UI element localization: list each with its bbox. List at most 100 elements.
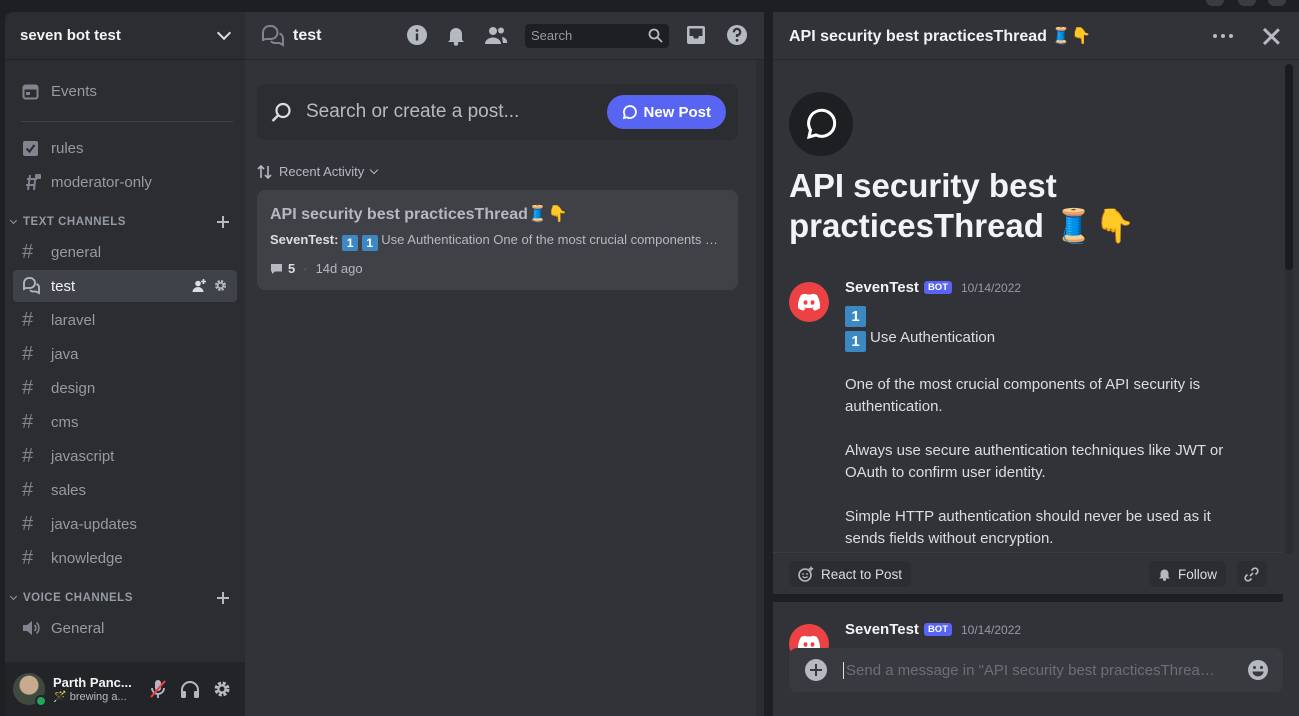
category-voice-channels[interactable]: VOICE CHANNELS	[5, 586, 245, 610]
message-input[interactable]: Send a message in "API security best pra…	[843, 661, 1223, 679]
sidebar-item-rules[interactable]: rules	[13, 132, 237, 164]
emoji-picker-icon[interactable]	[1247, 659, 1269, 681]
discord-window: seven bot test Events rules moderator-on…	[0, 0, 1299, 716]
sidebar-item-cms[interactable]: # cms	[13, 406, 237, 438]
category-text-channels[interactable]: TEXT CHANNELS	[5, 210, 245, 234]
sort-dropdown[interactable]: Recent Activity	[257, 164, 379, 179]
create-channel-icon[interactable]	[217, 592, 229, 604]
message-author[interactable]: SevenTest	[845, 621, 919, 638]
chevron-down-icon	[216, 25, 232, 41]
hash-icon: #	[22, 343, 34, 365]
hash-icon: #	[22, 445, 34, 467]
server-header[interactable]: seven bot test	[5, 12, 245, 60]
forum-post-card[interactable]: API security best practicesThread🧵👇 Seve…	[257, 190, 738, 290]
scrollbar[interactable]	[1285, 64, 1293, 554]
members-icon[interactable]	[484, 25, 508, 45]
search-icon	[271, 102, 291, 122]
sidebar-item-moderator-only[interactable]: moderator-only	[13, 166, 237, 198]
server-name: seven bot test	[20, 27, 121, 44]
scrollbar[interactable]	[756, 60, 764, 716]
thread-panel: API security best practicesThread 🧵👇 API…	[773, 12, 1299, 716]
dot-separator: ·	[303, 261, 308, 276]
post-title-text: API security best practicesThread	[270, 206, 528, 223]
follow-button[interactable]: Follow	[1149, 561, 1227, 587]
sidebar-item-events[interactable]: Events	[13, 75, 237, 107]
sidebar-item-label: design	[51, 379, 96, 397]
channel-sidebar: seven bot test Events rules moderator-on…	[5, 12, 245, 716]
search-input[interactable]: Search	[525, 24, 669, 48]
sidebar-item-javascript[interactable]: # javascript	[13, 440, 237, 472]
search-placeholder: Search	[531, 28, 573, 43]
scrollbar-thumb[interactable]	[1285, 64, 1293, 270]
sidebar-item-label: Events	[51, 82, 97, 100]
header-tools-right	[686, 24, 748, 46]
message-header: SevenTest BOT 10/14/2022	[845, 621, 1021, 638]
avatar[interactable]	[13, 673, 47, 707]
header-tools	[406, 24, 508, 46]
headphones-icon[interactable]	[180, 680, 200, 698]
chevron-down-icon	[9, 216, 18, 225]
sidebar-item-test[interactable]: test	[13, 270, 237, 302]
forum-icon	[262, 24, 284, 47]
sidebar-item-laravel[interactable]: # laravel	[13, 304, 237, 336]
info-icon[interactable]	[406, 24, 428, 46]
sidebar-item-knowledge[interactable]: # knowledge	[13, 542, 237, 574]
mic-muted-icon[interactable]	[149, 679, 167, 699]
add-reaction-icon	[798, 566, 814, 582]
link-icon	[1244, 566, 1259, 582]
follow-label: Follow	[1178, 566, 1218, 582]
sidebar-item-label: sales	[51, 481, 87, 499]
new-post-button[interactable]: New Post	[607, 95, 726, 129]
more-options-icon[interactable]	[1213, 34, 1233, 38]
keycap-one-icon: 1	[342, 235, 359, 251]
window-control[interactable]	[1268, 0, 1286, 6]
hash-icon: #	[22, 547, 34, 569]
bell-icon	[1159, 569, 1170, 581]
thread-header-title: API security best practicesThread 🧵👇	[789, 27, 1092, 45]
sidebar-item-label: test	[51, 277, 76, 295]
thread-emoji: 🧵👇	[527, 206, 568, 223]
reply-count: 5	[288, 261, 296, 276]
sidebar-item-sales[interactable]: # sales	[13, 474, 237, 506]
sidebar-item-label: moderator-only	[51, 173, 152, 191]
sidebar-item-label: knowledge	[51, 549, 123, 567]
rules-checkbox-icon	[22, 140, 44, 157]
sidebar-item-label: General	[51, 619, 105, 637]
create-invite-icon[interactable]	[192, 279, 206, 293]
bell-icon[interactable]	[446, 24, 466, 46]
message-paragraph: Simple HTTP authentication should never …	[845, 508, 1211, 547]
add-attachment-icon[interactable]	[805, 659, 827, 681]
inbox-icon[interactable]	[686, 25, 706, 45]
panel-divider[interactable]	[764, 12, 773, 716]
message-author[interactable]: SevenTest	[845, 279, 919, 296]
window-control[interactable]	[1206, 0, 1224, 6]
message-header: SevenTest BOT 10/14/2022	[845, 279, 1021, 296]
sidebar-item-voice-general[interactable]: General	[13, 612, 237, 644]
create-channel-icon[interactable]	[217, 216, 229, 228]
react-to-post-button[interactable]: React to Post	[789, 561, 912, 587]
sidebar-item-design[interactable]: # design	[13, 372, 237, 404]
custom-status: 🪄 brewing a...	[53, 690, 133, 703]
sidebar-item-java-updates[interactable]: # java-updates	[13, 508, 237, 540]
user-info[interactable]: Parth Panc... 🪄 brewing a...	[53, 675, 133, 703]
category-label: VOICE CHANNELS	[23, 592, 133, 604]
sidebar-item-label: java	[51, 345, 79, 363]
message-timestamp: 10/14/2022	[961, 622, 1022, 637]
forum-channel: test Search Search or create a post... N…	[245, 12, 764, 716]
forum-icon	[22, 277, 44, 295]
avatar[interactable]	[789, 282, 829, 322]
wand-icon: 🪄	[53, 691, 70, 703]
keycap-one-icon: 1	[845, 306, 866, 327]
close-icon[interactable]	[1263, 28, 1280, 45]
help-icon[interactable]	[726, 24, 748, 46]
sidebar-item-general[interactable]: # general	[13, 236, 237, 268]
post-search-bar[interactable]: Search or create a post... New Post	[257, 84, 738, 140]
speaker-icon	[22, 620, 44, 636]
window-control[interactable]	[1238, 0, 1256, 6]
sidebar-item-java[interactable]: # java	[13, 338, 237, 370]
sidebar-item-label: javascript	[51, 447, 115, 465]
sidebar-item-label: laravel	[51, 311, 96, 329]
gear-icon[interactable]	[214, 279, 227, 292]
gear-icon[interactable]	[213, 680, 231, 698]
copy-link-button[interactable]	[1237, 561, 1267, 587]
